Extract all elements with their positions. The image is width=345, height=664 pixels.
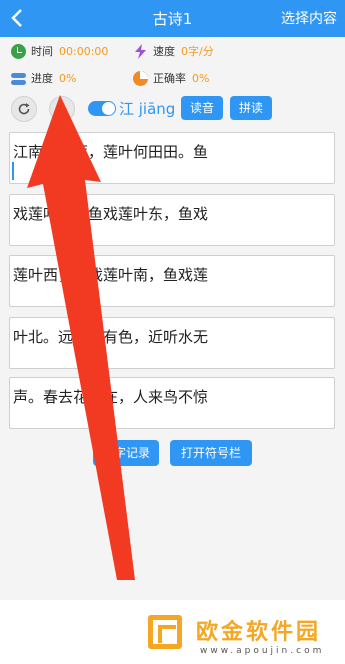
watermark-name: 欧金软件园 xyxy=(196,620,322,645)
watermark-url: www.apoujin.com xyxy=(200,646,325,656)
site-logo xyxy=(148,615,182,649)
annotation-arrow xyxy=(27,95,135,580)
